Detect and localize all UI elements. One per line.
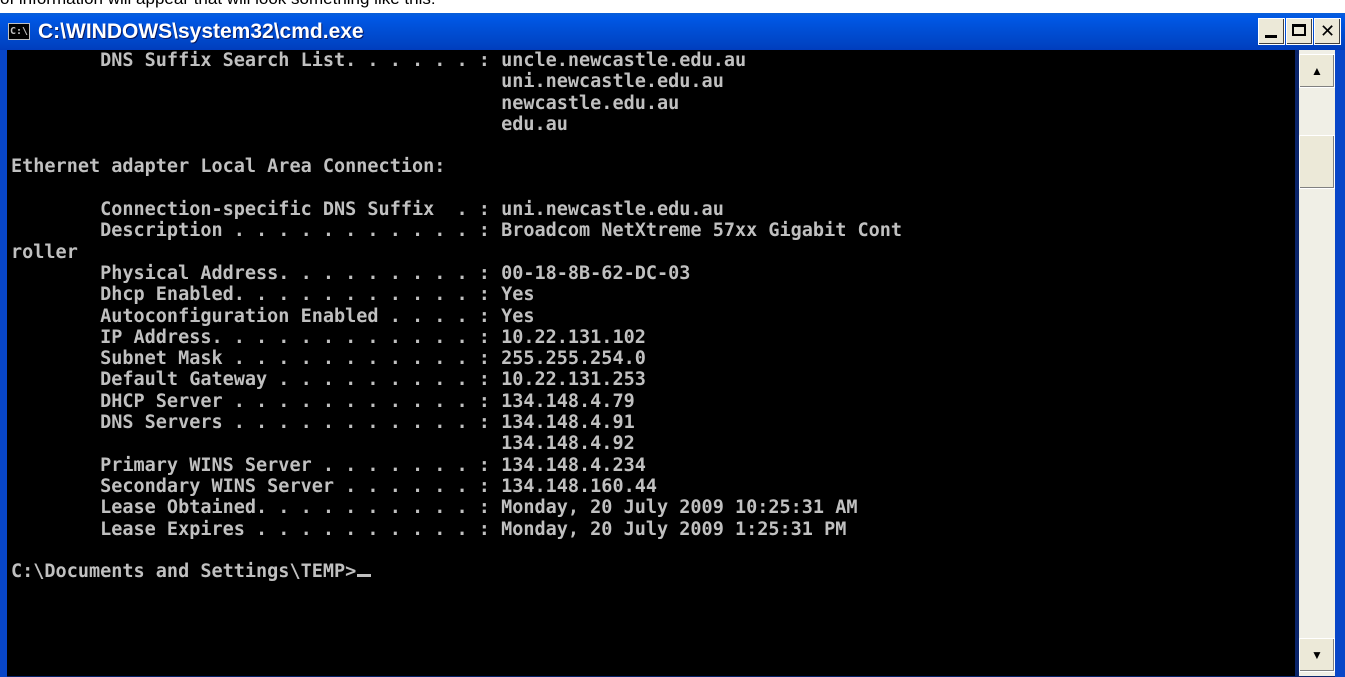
console-line: Lease Expires . . . . . . . . . . : Mond… (11, 518, 847, 540)
maximize-icon (1292, 24, 1306, 36)
console-line: Connection-specific DNS Suffix . : uni.n… (11, 199, 724, 221)
close-icon: ✕ (1319, 21, 1336, 42)
vertical-scrollbar[interactable]: ▲ ▼ (1299, 50, 1335, 676)
page-caption: of information will appear that will loo… (0, 0, 436, 9)
console-line: Dhcp Enabled. . . . . . . . . . . : Yes (11, 284, 535, 306)
command-prompt: C:\Documents and Settings\TEMP> (11, 561, 357, 583)
arrow-down-icon: ▼ (1311, 648, 1323, 662)
console-line: Autoconfiguration Enabled . . . . : Yes (11, 305, 535, 327)
console-line: Subnet Mask . . . . . . . . . . . : 255.… (11, 348, 646, 370)
window-title: C:\WINDOWS\system32\cmd.exe (38, 20, 364, 43)
console-line: Primary WINS Server . . . . . . . : 134.… (11, 454, 646, 476)
console-app-icon[interactable]: C:\ (8, 23, 30, 40)
window-frame-right (1335, 50, 1345, 677)
title-bar[interactable]: C:\ C:\WINDOWS\system32\cmd.exe ✕ (0, 13, 1345, 50)
console-line: edu.au (11, 113, 568, 135)
console-line: uni.newcastle.edu.au (11, 71, 724, 93)
cmd-window: C:\ C:\WINDOWS\system32\cmd.exe ✕ DNS Su… (0, 13, 1345, 677)
close-button[interactable]: ✕ (1314, 18, 1341, 45)
minimize-icon (1265, 35, 1277, 38)
scroll-thumb[interactable] (1299, 135, 1335, 189)
console-line: DHCP Server . . . . . . . . . . . : 134.… (11, 390, 635, 412)
console-line: newcastle.edu.au (11, 92, 680, 114)
console-line: roller (11, 241, 78, 263)
console-line: DNS Servers . . . . . . . . . . . : 134.… (11, 412, 635, 434)
console-line: DNS Suffix Search List. . . . . . : uncl… (11, 50, 747, 71)
console-line: Ethernet adapter Local Area Connection: (11, 156, 446, 178)
console-text: DNS Suffix Search List. . . . . . : uncl… (11, 50, 902, 582)
console-output[interactable]: DNS Suffix Search List. . . . . . : uncl… (7, 50, 1295, 676)
console-line: Description . . . . . . . . . . . : Broa… (11, 220, 903, 242)
console-line: Lease Obtained. . . . . . . . . . : Mond… (11, 497, 858, 519)
console-line: 134.148.4.92 (11, 433, 635, 455)
minimize-button[interactable] (1258, 18, 1285, 45)
scroll-up-button[interactable]: ▲ (1299, 54, 1335, 88)
console-line: Default Gateway . . . . . . . . . : 10.2… (11, 369, 646, 391)
console-line: Secondary WINS Server . . . . . . : 134.… (11, 475, 658, 497)
text-cursor (357, 574, 372, 578)
scroll-down-button[interactable]: ▼ (1299, 638, 1335, 672)
command-prompt-line[interactable]: C:\Documents and Settings\TEMP> (11, 561, 902, 582)
arrow-up-icon: ▲ (1311, 64, 1323, 78)
console-line: IP Address. . . . . . . . . . . . : 10.2… (11, 326, 646, 348)
console-line: Physical Address. . . . . . . . . : 00-1… (11, 262, 691, 284)
maximize-button[interactable] (1286, 18, 1313, 45)
window-frame-left (0, 50, 7, 677)
